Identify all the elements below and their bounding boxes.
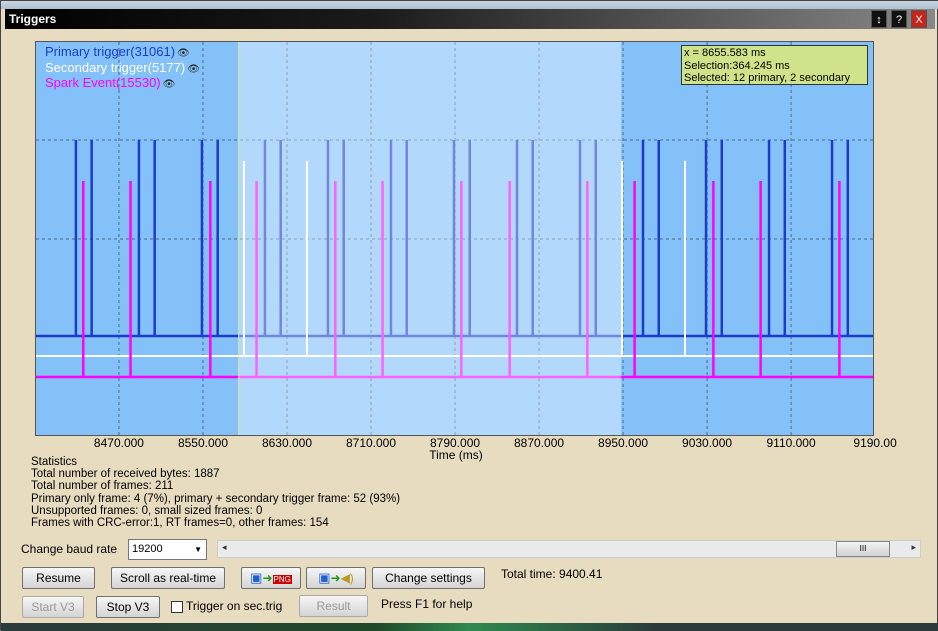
stop-v3-button[interactable]: Stop V3 <box>96 596 160 618</box>
legend-spark-label: Spark Event(15530) <box>45 75 161 90</box>
scroll-left-icon[interactable]: ◂ <box>222 542 227 553</box>
statistics-title: Statistics <box>31 456 78 468</box>
statistics-panel: Statistics Total number of received byte… <box>31 456 400 529</box>
x-axis-label: Time (ms) <box>429 448 483 462</box>
thumb-grip: III <box>859 544 867 553</box>
trigger-sec-checkbox[interactable] <box>171 601 183 613</box>
tooltip-selection: Selection:364.245 ms <box>684 59 790 72</box>
eye-icon[interactable]: 👁 <box>177 48 190 59</box>
speaker-icon: ◀) <box>340 571 354 585</box>
scrollbar-thumb[interactable]: III <box>836 541 890 557</box>
window-title: Triggers <box>9 12 57 26</box>
x-tick-label: 8710.000 <box>345 436 397 450</box>
legend-primary[interactable]: Primary trigger(31061) 👁 <box>45 44 190 59</box>
stat-line: Primary only frame: 4 (7%), primary + se… <box>31 492 401 505</box>
x-tick-label: 8550.000 <box>177 436 228 450</box>
floppy-icon: ▣ <box>318 570 331 585</box>
x-tick-label: 8630.000 <box>261 436 313 450</box>
total-time: Total time: 9400.41 <box>501 567 603 581</box>
legend-secondary-label: Secondary trigger(5177) <box>45 60 186 75</box>
tooltip-selected: Selected: 12 primary, 2 secondary <box>684 72 851 84</box>
help-text: Press F1 for help <box>381 597 473 611</box>
baud-rate-select[interactable]: 19200 ▼ <box>128 539 207 560</box>
trigger-plot-svg[interactable] <box>36 42 873 435</box>
trigger-plot[interactable] <box>35 41 874 436</box>
x-tick-label: 9190.00 <box>853 436 897 450</box>
start-v3-button[interactable]: Start V3 <box>22 596 84 618</box>
time-scrollbar[interactable]: ◂ III ▸ <box>217 540 921 558</box>
baud-rate-label: Change baud rate <box>21 542 118 556</box>
resume-button[interactable]: Resume <box>22 567 95 589</box>
resize-button[interactable]: ↕ <box>871 10 887 28</box>
save-png-button[interactable]: ▣➜PNG <box>241 567 301 589</box>
legend-spark[interactable]: Spark Event(15530) 👁 <box>45 75 175 90</box>
arrow-right-icon: ➜ <box>330 571 341 585</box>
baud-rate-value: 19200 <box>132 543 163 555</box>
scroll-realtime-button[interactable]: Scroll as real-time <box>111 567 225 589</box>
png-icon: PNG <box>272 575 292 584</box>
legend-secondary[interactable]: Secondary trigger(5177) 👁 <box>45 60 200 75</box>
save-sound-button[interactable]: ▣➜◀) <box>306 567 366 589</box>
eye-icon[interactable]: 👁 <box>187 64 200 75</box>
stat-line: Frames with CRC-error:1, RT frames=0, ot… <box>31 517 329 530</box>
result-button[interactable]: Result <box>299 595 368 617</box>
x-tick-label: 8950.000 <box>598 436 649 450</box>
scroll-right-icon[interactable]: ▸ <box>911 542 916 553</box>
x-tick-label: 8870.000 <box>514 436 565 450</box>
change-settings-button[interactable]: Change settings <box>372 567 485 589</box>
stat-line: Total number of received bytes: 1887 <box>31 468 220 481</box>
x-tick-label: 9110.000 <box>766 436 816 450</box>
selection-region <box>238 42 622 435</box>
help-button[interactable]: ? <box>891 10 907 28</box>
eye-icon[interactable]: 👁 <box>163 79 176 90</box>
tooltip-x: x = 8655.583 ms <box>684 47 766 59</box>
stat-line: Unsupported frames: 0, small sized frame… <box>31 504 263 517</box>
chevron-down-icon: ▼ <box>194 545 202 554</box>
cursor-tooltip: x = 8655.583 ms Selection:364.245 ms Sel… <box>681 45 868 85</box>
window-frame <box>1 1 938 9</box>
x-tick-label: 8470.000 <box>93 436 144 450</box>
trigger-sec-label[interactable]: Trigger on sec.trig <box>186 599 282 613</box>
triggers-window: Triggers ↕ ? X Primary trigger(31061) 👁 S… <box>0 0 938 631</box>
x-tick-label: 9030.000 <box>682 436 733 450</box>
stat-line: Total number of frames: 211 <box>31 480 174 493</box>
legend-primary-label: Primary trigger(31061) <box>45 44 176 59</box>
floppy-icon: ▣ <box>250 570 263 585</box>
title-bar[interactable]: Triggers ↕ ? X <box>5 9 935 29</box>
close-button[interactable]: X <box>911 10 927 28</box>
arrow-right-icon: ➜ <box>262 571 273 585</box>
